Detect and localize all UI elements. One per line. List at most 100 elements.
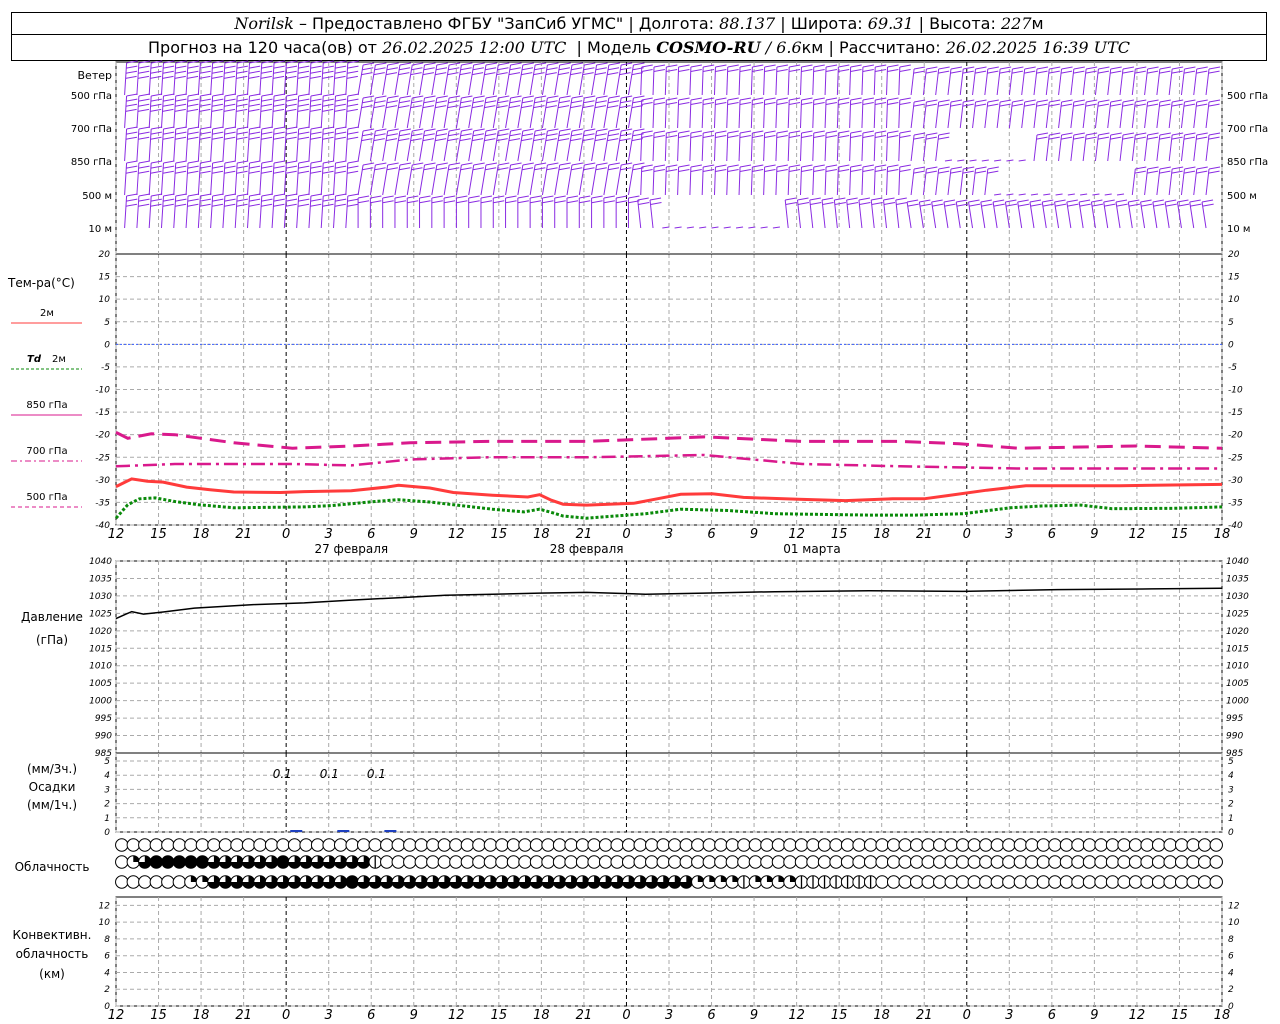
wind-barb-feather xyxy=(838,97,850,101)
wind-barb-feather xyxy=(764,130,776,134)
wind-barb-feather xyxy=(1098,132,1110,136)
wind-barb-feather xyxy=(641,164,653,168)
cloud-symbol xyxy=(737,838,751,852)
wind-barb-feather xyxy=(261,203,273,207)
wind-barb-feather xyxy=(963,99,975,103)
wind-barb-feather xyxy=(212,65,224,69)
cloud-symbol xyxy=(610,855,624,869)
wind-barb-feather xyxy=(260,75,272,79)
cloud-symbol xyxy=(460,855,475,869)
pressure-ytick-left: 990 xyxy=(95,732,112,742)
x-tick-label-bottom: 3 xyxy=(325,1008,333,1023)
wind-barb-feather xyxy=(505,200,517,204)
cloud-symbol xyxy=(1082,855,1097,869)
x-tick-label-bottom: 21 xyxy=(576,1008,593,1023)
cloud-symbol xyxy=(921,855,935,869)
convective-ytick-right: 2 xyxy=(1228,985,1234,995)
wind-barb-feather xyxy=(1042,199,1054,203)
wind-barb-feather xyxy=(571,167,583,171)
cloud-symbol xyxy=(1071,855,1085,869)
wind-barb-feather xyxy=(887,68,899,72)
x-tick-label: 12 xyxy=(1129,527,1146,542)
cloud-symbol xyxy=(829,838,843,852)
wind-barb-feather xyxy=(584,62,596,66)
wind-barb-feather xyxy=(678,97,690,101)
wind-barb-feather xyxy=(347,98,359,102)
wind-barb-feather xyxy=(261,103,273,107)
wind-barb-feather xyxy=(310,70,322,74)
wind-barb-feather xyxy=(480,200,493,204)
wind-barb-feather xyxy=(566,195,579,199)
wind-barb-feather xyxy=(727,101,739,105)
cloud-symbol xyxy=(403,855,417,869)
wind-barb-feather xyxy=(212,131,224,135)
wind-barb-feather xyxy=(162,75,174,79)
wind-barb-feather xyxy=(913,70,925,74)
wind-barb-feather xyxy=(850,64,862,68)
precip-unit-3h: (мм/3ч.) xyxy=(27,762,77,776)
wind-barb-feather xyxy=(399,67,411,71)
wind-barb-feather xyxy=(199,98,212,102)
x-tick-label: 6 xyxy=(1048,527,1056,542)
wind-barb-feather xyxy=(641,168,653,172)
wind-barb-feather xyxy=(411,133,423,137)
cloud-symbol xyxy=(518,838,532,852)
wind-barb-feather xyxy=(444,195,456,199)
wind-barb-feather xyxy=(926,132,938,136)
wind-barb-feather xyxy=(875,97,887,101)
wind-barb-feather xyxy=(211,70,224,74)
cloud-symbol xyxy=(1059,855,1074,869)
meteogram: 20 2015 1510 105 50 0-5 -5-10 -10-15 -15-20 -20-2… xyxy=(7,60,1268,1023)
wind-barb-feather xyxy=(834,197,846,201)
cloud-symbol xyxy=(126,875,140,889)
wind-barb-feather xyxy=(591,195,603,199)
cloud-symbol xyxy=(276,838,290,852)
wind-barb-feather xyxy=(776,130,789,134)
wind-barb-feather xyxy=(1085,103,1097,107)
x-tick-label-bottom: 18 xyxy=(1214,1008,1231,1023)
wind-barb-feather xyxy=(310,103,322,107)
wind-barb-feather xyxy=(273,165,285,169)
wind-barb-feather xyxy=(1122,132,1135,136)
wind-barb-feather xyxy=(813,164,825,168)
wind-barb-feather xyxy=(825,64,838,68)
legend-label-td: Td xyxy=(27,354,42,365)
cloud-symbol xyxy=(840,838,855,852)
cloud-symbol xyxy=(506,855,521,869)
wind-barb-feather xyxy=(472,138,484,142)
wind-barb-feather xyxy=(1073,103,1085,107)
wind-barb-feather xyxy=(273,75,285,79)
wind-barb-feather xyxy=(1036,136,1048,140)
cloud-symbol xyxy=(1209,838,1223,852)
wind-barb-feather xyxy=(374,133,386,137)
wind-barb-feather xyxy=(559,95,571,99)
cloud-symbol xyxy=(840,855,855,869)
wind-barb-feather xyxy=(485,67,497,71)
wind-barb-feather xyxy=(1103,199,1115,203)
wind-barb-feather xyxy=(533,72,545,76)
precip-ytick-right: 2 xyxy=(1228,800,1234,810)
wind-barb-feather xyxy=(1060,70,1073,74)
wind-barb-feather xyxy=(448,167,460,171)
wind-barb-feather xyxy=(517,200,529,204)
wind-barb-feather xyxy=(727,134,739,138)
x-tick-label: 21 xyxy=(576,527,593,542)
wind-barb-feather xyxy=(522,62,534,66)
wind-barb-feather xyxy=(509,100,521,104)
wind-barb-feather xyxy=(199,131,212,135)
wind-barb-feather xyxy=(163,131,175,135)
wind-level-right: 500 м xyxy=(1227,191,1257,202)
wind-barb-feather xyxy=(347,198,359,202)
wind-barb xyxy=(772,226,780,229)
wind-barb-feather xyxy=(739,164,752,168)
wind-barb-feather xyxy=(1208,166,1221,170)
cloud-symbol xyxy=(679,838,693,852)
cloud-symbol xyxy=(149,838,164,852)
wind-barb-feather xyxy=(411,167,423,171)
wind-barb-feather xyxy=(641,97,653,101)
convective-unit: (км) xyxy=(39,967,65,981)
wind-barb-feather xyxy=(297,108,309,112)
precip-ytick-right: 3 xyxy=(1228,785,1234,795)
wind-barb-feather xyxy=(1208,103,1220,107)
wind-barb-feather xyxy=(224,65,236,69)
